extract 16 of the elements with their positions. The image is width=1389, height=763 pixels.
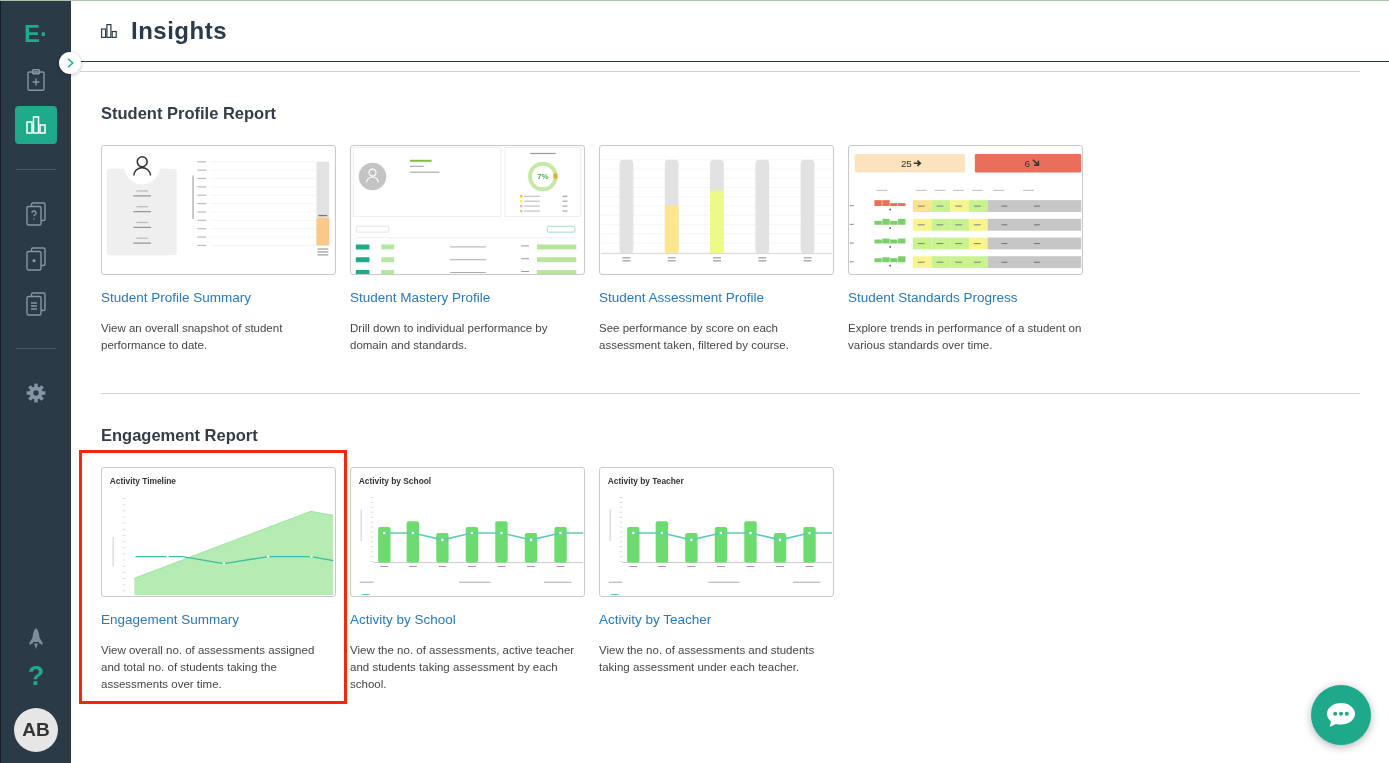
report-description: Drill down to individual performance by domain and standards.	[350, 321, 549, 353]
chart-title: Activity Timeline	[109, 475, 176, 486]
chart-title: Activity by School	[358, 475, 432, 486]
count-label: 25	[900, 157, 912, 169]
report-description: View the no. of assessments, active teacher and students taking assessment by each school.	[350, 643, 576, 692]
page-title: Insights	[131, 17, 227, 45]
report-description: View overall no. of assessments assigned and total no. of students taking the assessments over time.	[101, 643, 316, 692]
report-description: View the no. of assessments and students taking assessment under each teacher.	[599, 643, 816, 675]
percent-label: 7%	[537, 172, 549, 181]
report-description: View an overall snapshot of student performance to date.	[101, 321, 284, 353]
report-description: Explore trends in performance of a student on various standards over time.	[848, 321, 1083, 353]
count-label: 6	[1024, 157, 1030, 169]
section-heading: Student Profile Report	[101, 104, 278, 123]
section-heading: Engagement Report	[101, 426, 259, 445]
chart-title: Activity by Teacher	[607, 475, 684, 486]
report-description: See performance by score on each assessment taken, filtered by course.	[599, 321, 790, 353]
